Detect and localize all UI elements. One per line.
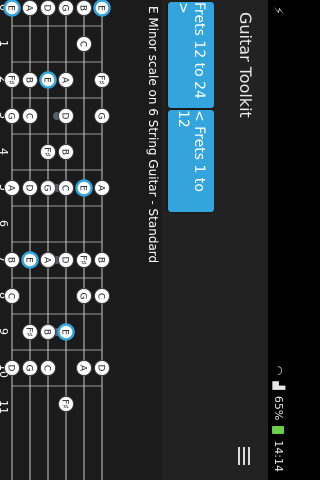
fret-number: 1 — [0, 40, 10, 47]
fret-number: 4 — [0, 148, 10, 155]
note-label: E — [24, 257, 34, 263]
note-label: D — [60, 113, 70, 120]
wifi-icon: ◠ — [272, 365, 285, 376]
fretboard-diagram: 01234567891011EADGBECF♯BEAF♯GCDGF♯BADGCE… — [0, 0, 111, 480]
note-label: D — [24, 185, 34, 192]
note-label: B — [6, 257, 16, 263]
note-label: A — [6, 185, 16, 192]
fret-range-buttons: < Frets 1 to 12 Frets 12 to 24 > — [162, 0, 220, 480]
frets-12-to-24-button[interactable]: Frets 12 to 24 > — [168, 2, 214, 108]
note-label: A — [78, 365, 88, 372]
note-label: F♯ — [60, 399, 70, 409]
battery-icon — [272, 426, 285, 435]
frets-1-to-12-button[interactable]: < Frets 1 to 12 — [168, 110, 214, 212]
note-label: F♯ — [42, 147, 52, 157]
note-label: D — [42, 5, 52, 12]
note-label: F♯ — [96, 75, 106, 85]
note-label: D — [60, 257, 70, 264]
note-label: E — [78, 185, 88, 191]
note-label: C — [78, 41, 88, 47]
note-label: A — [24, 5, 34, 12]
fret-number: 11 — [0, 400, 10, 414]
status-icons: ◠ ▟ 65% 14:14 — [272, 366, 285, 472]
note-label: E — [42, 77, 52, 83]
overflow-menu-button[interactable] — [220, 432, 268, 480]
scale-title: E Minor scale on 6 String Guitar - Stand… — [146, 6, 160, 264]
note-label: E — [60, 329, 70, 335]
note-label: A — [42, 257, 52, 264]
note-label: B — [42, 329, 52, 335]
note-label: F♯ — [24, 327, 34, 337]
note-label: D — [96, 365, 106, 372]
signal-icon: ▟ — [272, 381, 285, 390]
note-label: G — [42, 185, 52, 192]
fretboard: 01234567891011EADGBECF♯BEAF♯GCDGF♯BADGCE… — [0, 0, 144, 480]
note-label: B — [60, 149, 70, 155]
note-label: B — [24, 77, 34, 83]
note-label: G — [6, 113, 16, 120]
app-screen: ⚡ ◠ ▟ 65% 14:14 Guitar Toolkit < Frets 1… — [0, 0, 288, 480]
note-label: G — [78, 293, 88, 300]
note-label: C — [24, 113, 34, 119]
note-label: A — [96, 185, 106, 192]
note-label: C — [6, 293, 16, 299]
note-label: G — [96, 113, 106, 120]
note-label: F♯ — [78, 255, 88, 265]
note-label: G — [60, 5, 70, 12]
fret-number: 6 — [0, 220, 10, 227]
note-label: B — [96, 257, 106, 263]
note-label: C — [96, 293, 106, 299]
battery-percent: 65% — [272, 395, 285, 421]
overflow-menu-icon — [235, 447, 253, 465]
note-label: C — [60, 185, 70, 191]
note-label: A — [60, 77, 70, 84]
clock: 14:14 — [272, 440, 285, 472]
note-label: G — [24, 365, 34, 372]
note-label: F♯ — [6, 75, 16, 85]
note-label: C — [42, 365, 52, 371]
status-bar: ⚡ ◠ ▟ 65% 14:14 — [268, 0, 288, 480]
usb-icon: ⚡ — [270, 6, 285, 16]
note-label: B — [78, 5, 88, 11]
fret-number: 9 — [0, 328, 10, 335]
app-title: Guitar Toolkit — [236, 12, 255, 118]
note-label: D — [6, 365, 16, 372]
note-label: E — [96, 5, 106, 11]
note-label: E — [6, 5, 16, 11]
action-bar: Guitar Toolkit — [220, 0, 268, 480]
